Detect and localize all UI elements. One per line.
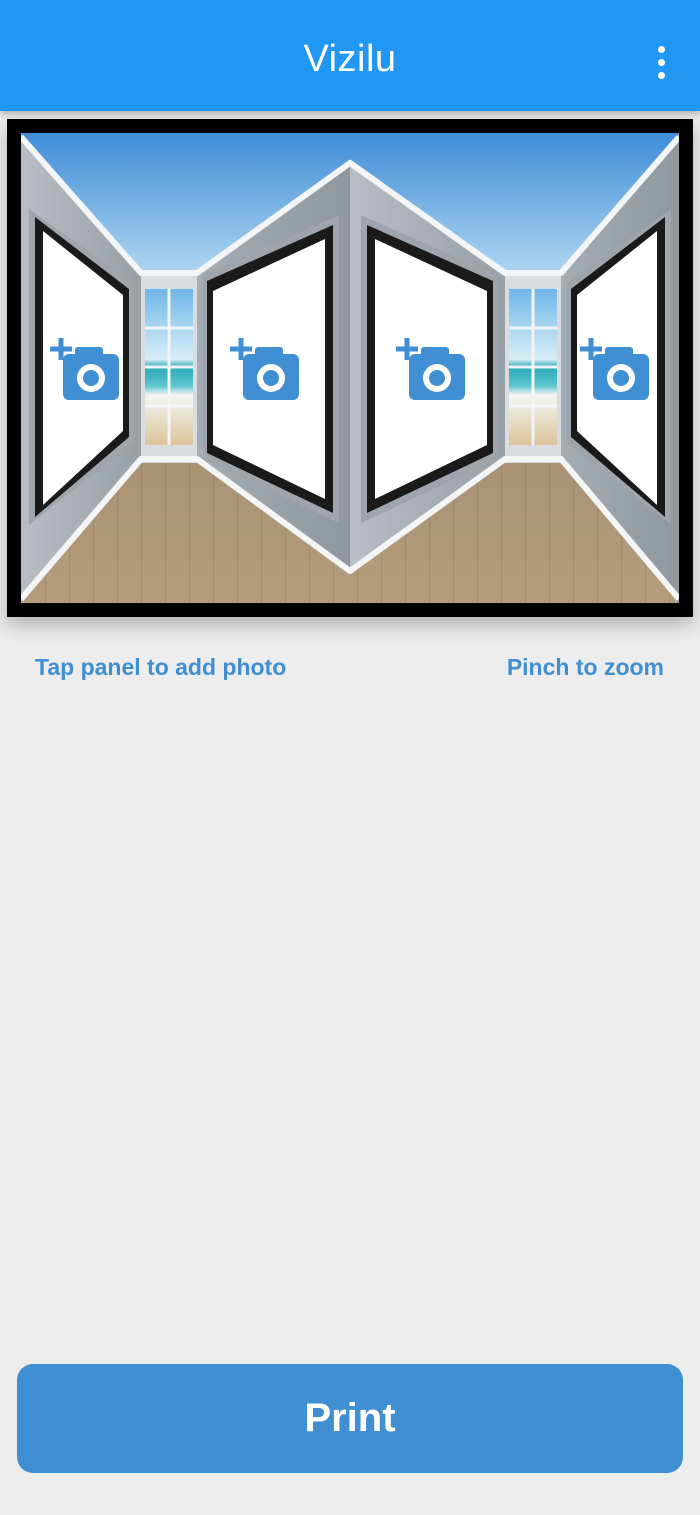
zoom-hint: Pinch to zoom xyxy=(506,654,664,680)
room-preview-frame xyxy=(7,119,693,617)
tap-hint: Tap panel to add photo xyxy=(35,654,287,680)
hint-row: Tap panel to add photo Pinch to zoom xyxy=(0,654,700,688)
more-vertical-icon[interactable] xyxy=(642,40,680,84)
app-bar: Vizilu xyxy=(0,0,700,111)
room-preview[interactable] xyxy=(21,133,679,603)
print-button[interactable]: Print xyxy=(17,1364,683,1473)
app-title: Vizilu xyxy=(303,38,397,80)
